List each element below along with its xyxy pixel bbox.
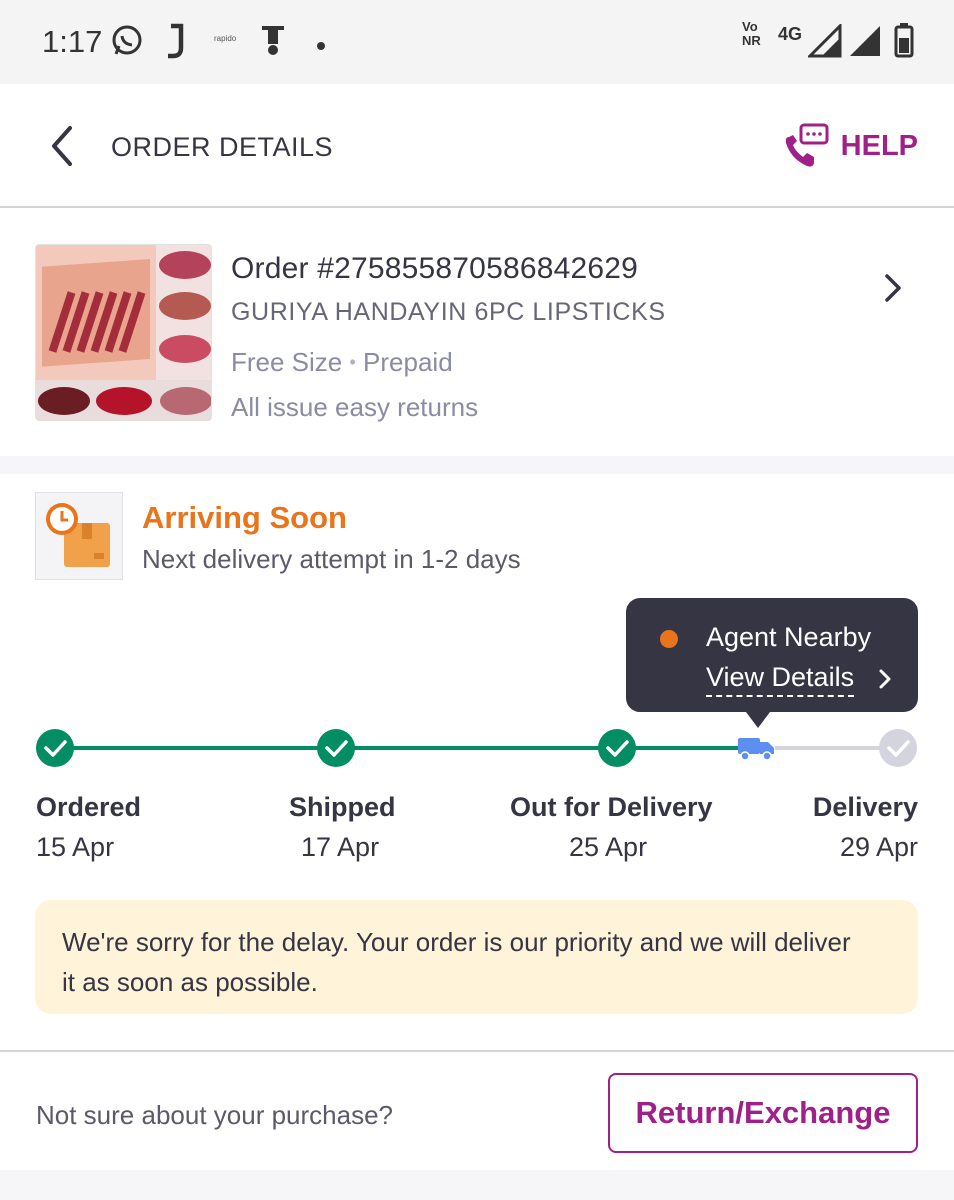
product-name: GURIYA HANDAYIN 6PC LIPSTICKS <box>231 298 666 326</box>
step-delivery-check-icon <box>879 729 917 767</box>
product-size: Free Size <box>231 347 343 377</box>
network-type: 4G <box>778 24 803 44</box>
step-label-delivery: Delivery <box>812 792 918 822</box>
returns-policy: All issue easy returns <box>231 392 479 422</box>
status-headline: Arriving Soon <box>142 500 347 535</box>
step-date-shipped: 17 Apr <box>301 832 380 862</box>
step-date-ordered: 15 Apr <box>36 832 115 862</box>
step-date-delivery: 29 Apr <box>839 832 918 862</box>
whatsapp-icon <box>110 22 144 65</box>
section-divider <box>0 456 954 474</box>
step-label-out-for-delivery: Out for Delivery <box>510 792 713 822</box>
status-bar: 1:17 rapido Vo NR 4G <box>0 0 954 84</box>
delivery-status: Arriving Soon Next delivery attempt in 1… <box>0 474 954 1050</box>
product-image <box>35 244 212 421</box>
package-clock-icon <box>35 492 123 580</box>
progress-tracker <box>36 729 917 767</box>
rapido-icon: rapido <box>214 34 237 43</box>
signal-icon <box>848 24 882 63</box>
return-exchange-button[interactable]: Return/Exchange <box>608 1073 918 1153</box>
back-button[interactable] <box>46 124 80 168</box>
step-shipped-check-icon <box>317 729 355 767</box>
delay-message: We're sorry for the delay. Your order is… <box>62 927 851 997</box>
scooter-icon <box>258 20 288 65</box>
agent-tooltip: Agent Nearby View Details <box>626 598 918 728</box>
help-button[interactable]: HELP <box>783 122 918 170</box>
view-details-link[interactable]: View Details <box>706 662 855 697</box>
chat-support-icon <box>785 123 829 167</box>
product-meta: Free Size • Prepaid <box>231 347 666 378</box>
volte-top: Vo <box>742 19 758 34</box>
notification-dot-icon <box>316 38 326 56</box>
step-out-for-delivery-check-icon <box>598 729 636 767</box>
step-ordered-check-icon <box>36 729 74 767</box>
clock: 1:17 <box>42 24 103 59</box>
page-title: ORDER DETAILS <box>111 132 334 162</box>
truck-icon <box>738 738 774 761</box>
product-info: Order #275855870586842629 GURIYA HANDAYI… <box>231 252 666 423</box>
j-app-icon <box>163 22 189 65</box>
step-date-out-for-delivery: 25 Apr <box>569 832 648 862</box>
status-subline: Next delivery attempt in 1-2 days <box>142 544 521 574</box>
delay-notice: We're sorry for the delay. Your order is… <box>35 900 918 1014</box>
meta-separator: • <box>349 352 356 372</box>
purchase-actions: Not sure about your purchase? Return/Exc… <box>0 1050 954 1170</box>
help-label: HELP <box>840 129 918 162</box>
signal-icon <box>806 22 842 63</box>
product-summary[interactable]: Order #275855870586842629 GURIYA HANDAYI… <box>0 210 954 456</box>
payment-mode: Prepaid <box>363 347 453 377</box>
chevron-right-icon[interactable] <box>882 272 904 304</box>
step-label-ordered: Ordered <box>36 792 142 822</box>
order-number: Order #275855870586842629 <box>231 252 639 285</box>
app-header: ORDER DETAILS HELP <box>0 84 954 208</box>
tooltip-title: Agent Nearby <box>706 622 872 652</box>
step-label-shipped: Shipped <box>289 792 396 822</box>
volte-indicator: Vo NR <box>742 20 761 48</box>
purchase-prompt: Not sure about your purchase? <box>36 1100 393 1130</box>
chevron-right-icon <box>879 669 891 689</box>
volte-bottom: NR <box>742 33 761 48</box>
section-divider <box>0 1170 954 1200</box>
battery-icon <box>894 22 914 63</box>
chevron-left-icon <box>52 126 72 166</box>
live-dot-icon <box>660 630 678 648</box>
